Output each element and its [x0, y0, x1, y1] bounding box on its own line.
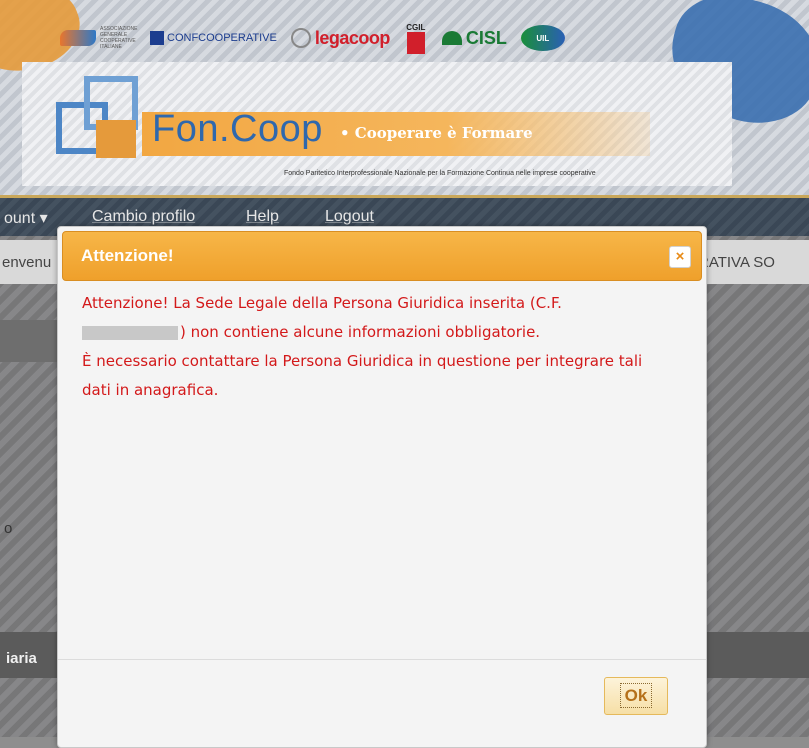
section-header-bar: [0, 320, 58, 362]
close-icon[interactable]: ×: [669, 246, 691, 268]
confcooperative-logo: CONFCOOPERATIVE: [150, 31, 277, 45]
ok-button[interactable]: Ok: [604, 677, 668, 715]
message-line: dati in anagrafica.: [82, 381, 219, 399]
confcooperative-mark-icon: [150, 31, 164, 45]
foncoop-squares-icon: [56, 76, 152, 172]
dialog-divider: [58, 659, 706, 660]
section-header-label: iaria: [6, 650, 37, 667]
agci-logo: ASSOCIAZIONE GENERALE COOPERATIVE ITALIA…: [60, 26, 138, 50]
redacted-tax-code: [82, 325, 178, 340]
legacoop-text: legacoop: [314, 27, 391, 48]
dialog-message: Attenzione! La Sede Legale della Persona…: [82, 289, 682, 405]
alert-dialog: Attenzione! × Attenzione! La Sede Legale…: [57, 226, 707, 748]
confcooperative-text: CONFCOOPERATIVE: [167, 32, 277, 44]
agci-mark-icon: [60, 30, 96, 46]
nav-account-dropdown[interactable]: ount ▾: [4, 208, 48, 228]
cisl-mark-icon: [441, 31, 462, 45]
cisl-logo: CISL: [441, 27, 507, 49]
legacoop-logo: legacoop: [290, 27, 391, 49]
nav-logout[interactable]: Logout: [325, 208, 374, 226]
uil-logo: UIL: [520, 25, 565, 51]
message-line: ) non contiene alcune informazioni obbli…: [82, 318, 682, 347]
dialog-title: Attenzione!: [81, 246, 174, 265]
nav-cambio-profilo[interactable]: Cambio profilo: [92, 208, 195, 226]
legacoop-mark-icon: [290, 28, 311, 48]
agci-logo-text: ASSOCIAZIONE GENERALE COOPERATIVE ITALIA…: [100, 26, 138, 50]
partner-logos: ASSOCIAZIONE GENERALE COOPERATIVE ITALIA…: [60, 18, 565, 58]
brand-subtitle: Fondo Paritetico Interprofessionale Nazi…: [284, 170, 596, 177]
brand-name: Fon.Coop: [152, 108, 323, 150]
cisl-text: CISL: [465, 27, 507, 48]
background-text-fragment: o: [4, 520, 13, 537]
cgil-text: CGIL: [406, 22, 426, 32]
cgil-logo: CGIL: [404, 23, 428, 54]
section-header-bar: [705, 632, 809, 678]
nav-help[interactable]: Help: [246, 208, 279, 226]
dialog-header: Attenzione! ×: [62, 231, 702, 281]
header-banner: ASSOCIAZIONE GENERALE COOPERATIVE ITALIA…: [0, 0, 809, 195]
foncoop-brand-panel: Fon.Coop • Cooperare è Formare Fondo Par…: [22, 62, 732, 186]
brand-tagline: • Cooperare è Formare: [340, 124, 533, 142]
ok-button-label: Ok: [619, 683, 653, 708]
uil-text: UIL: [536, 33, 550, 43]
message-line: Attenzione! La Sede Legale della Persona…: [82, 294, 562, 312]
cgil-mark-icon: [406, 31, 425, 54]
message-line: È necessario contattare la Persona Giuri…: [82, 352, 643, 370]
welcome-text: envenu: [2, 254, 52, 271]
